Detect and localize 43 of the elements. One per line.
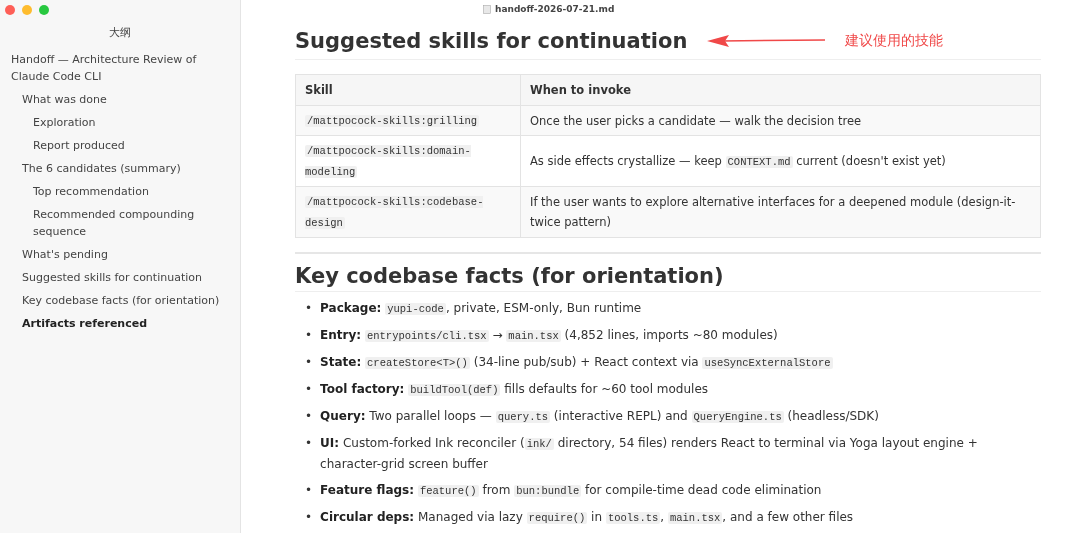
window-title: handoff-2026-07-21.md xyxy=(495,4,615,14)
table-cell: /mattpocock-skills:grilling xyxy=(295,105,521,136)
bullet-item: Entry: entrypoints/cli.tsx → main.tsx (4,852 lines, imports ~80 modules) xyxy=(320,327,778,344)
table-cell: If the user wants to explore alternative interfaces for a deepened module (design-it-twice pattern) xyxy=(520,186,1041,238)
outline-item[interactable]: Report produced xyxy=(0,134,240,157)
table-cell: /mattpocock-skills:domain-modeling xyxy=(295,135,521,187)
table-cell: Once the user picks a candidate — walk the decision tree xyxy=(520,105,1041,136)
outline-item[interactable]: Handoff — Architecture Review of Claude Code CLI xyxy=(0,48,240,88)
bullet-marker: • xyxy=(305,354,313,371)
outline-item[interactable]: What's pending xyxy=(0,243,240,266)
column-header: When to invoke xyxy=(520,74,1041,106)
bullet-marker: • xyxy=(305,482,313,499)
column-header: Skill xyxy=(295,74,521,106)
table-cell: /mattpocock-skills:codebase-design xyxy=(295,186,521,238)
bullet-item: State: createStore<T>() (34-line pub/sub) + React context via useSyncExternalStore xyxy=(320,354,833,371)
outline-item[interactable]: Artifacts referenced xyxy=(0,312,240,335)
bullet-marker: • xyxy=(305,435,313,452)
outline-item[interactable]: Top recommendation xyxy=(0,180,240,203)
outline-item[interactable]: Suggested skills for continuation xyxy=(0,266,240,289)
outline-item[interactable]: Key codebase facts (for orientation) xyxy=(0,289,240,312)
sidebar-title: 大纲 xyxy=(108,25,132,40)
bullet-item: Circular deps: Managed via lazy require() in tools.ts , main.tsx , and a few other files xyxy=(320,509,854,526)
table-cell: As side effects crystallize — keep CONTEXT.md current (doesn't exist yet) xyxy=(520,135,1041,187)
outline-item[interactable]: The 6 candidates (summary) xyxy=(0,157,240,180)
bullet-marker: • xyxy=(305,509,313,526)
bullet-item: Tool factory: buildTool(def) fills defaults for ~60 tool modules xyxy=(320,381,709,398)
annotation-text: 建议使用的技能 xyxy=(845,32,944,50)
minimize-button[interactable] xyxy=(22,5,32,15)
bullet-marker: • xyxy=(305,327,313,344)
bullet-marker: • xyxy=(305,408,313,425)
file-icon xyxy=(483,4,491,14)
zoom-button[interactable] xyxy=(39,5,49,15)
bullet-marker: • xyxy=(305,300,313,317)
outline-item[interactable]: Recommended compounding sequence xyxy=(0,203,240,243)
close-button[interactable] xyxy=(5,5,15,15)
bullet-marker: • xyxy=(305,381,313,398)
bullet-item: Package: yupi-code , private, ESM-only, Bun runtime xyxy=(320,300,642,317)
outline-item[interactable]: Exploration xyxy=(0,111,240,134)
bullet-item: Query: Two parallel loops — query.ts (interactive REPL) and QueryEngine.ts (headless/SDK) xyxy=(320,408,879,425)
bullet-item: Feature flags: feature() from bun:bundle for compile-time dead code elimination xyxy=(320,482,822,499)
section-heading: Key codebase facts (for orientation) xyxy=(295,264,1041,292)
outline-item[interactable]: What was done xyxy=(0,88,240,111)
section-heading: Suggested skills for continuation xyxy=(295,29,688,53)
